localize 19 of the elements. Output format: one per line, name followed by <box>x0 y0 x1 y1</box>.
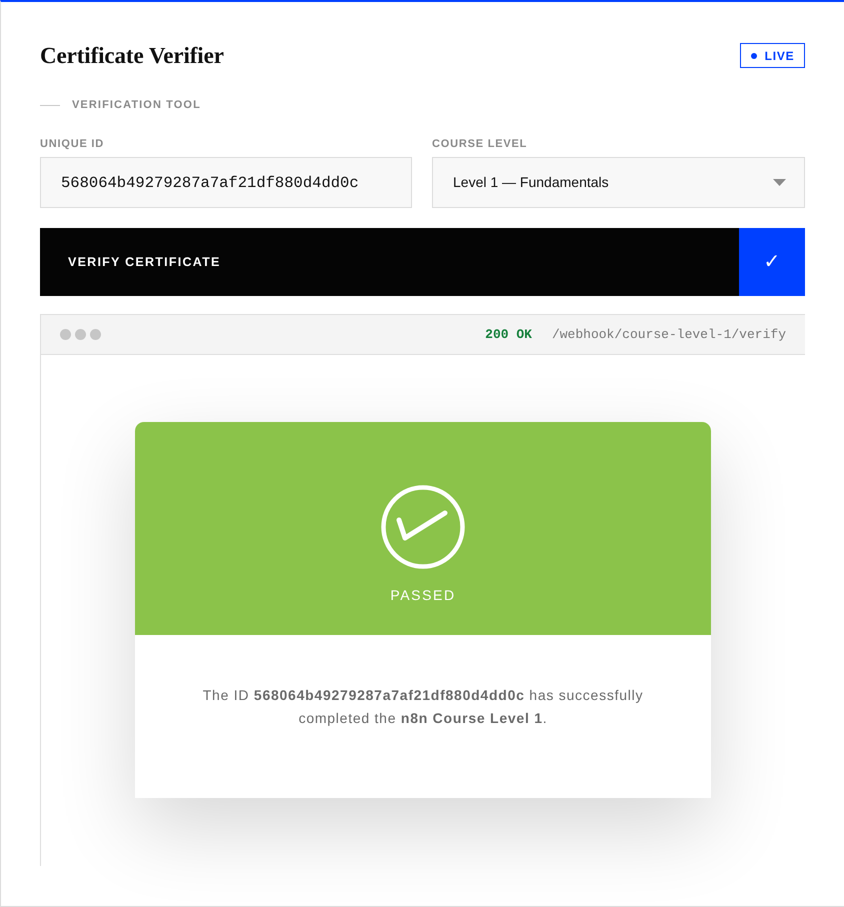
check-mark-icon: ✓ <box>739 228 805 296</box>
window-control-dot-icon <box>90 329 101 340</box>
course-level-select[interactable]: Level 1 — Fundamentals <box>432 157 805 208</box>
status-label: LIVE <box>764 48 794 64</box>
unique-id-field[interactable]: 568064b49279287a7af21df880d4dd0c <box>40 157 412 208</box>
window-control-dot-icon <box>75 329 86 340</box>
endpoint-path: /webhook/course-level-1/verify <box>552 326 786 344</box>
verify-certificate-button[interactable]: VERIFY CERTIFICATE ✓ <box>40 228 805 296</box>
section-label: VERIFICATION TOOL <box>72 98 201 112</box>
check-circle-icon <box>381 485 465 569</box>
field-label: UNIQUE ID <box>40 137 106 151</box>
dropdown-caret-icon <box>773 179 786 186</box>
result-message: The ID 568064b49279287a7af21df880d4dd0c has successfully completed the n8n Course Level 1. <box>202 686 644 728</box>
field-label: COURSE LEVEL <box>432 137 528 151</box>
window-control-dot-icon <box>60 329 71 340</box>
page-title: Certificate Verifier <box>40 43 224 69</box>
status-dot-icon <box>750 52 757 58</box>
response-status: 200 OK <box>485 326 532 344</box>
result-status-label: PASSED <box>390 587 456 603</box>
